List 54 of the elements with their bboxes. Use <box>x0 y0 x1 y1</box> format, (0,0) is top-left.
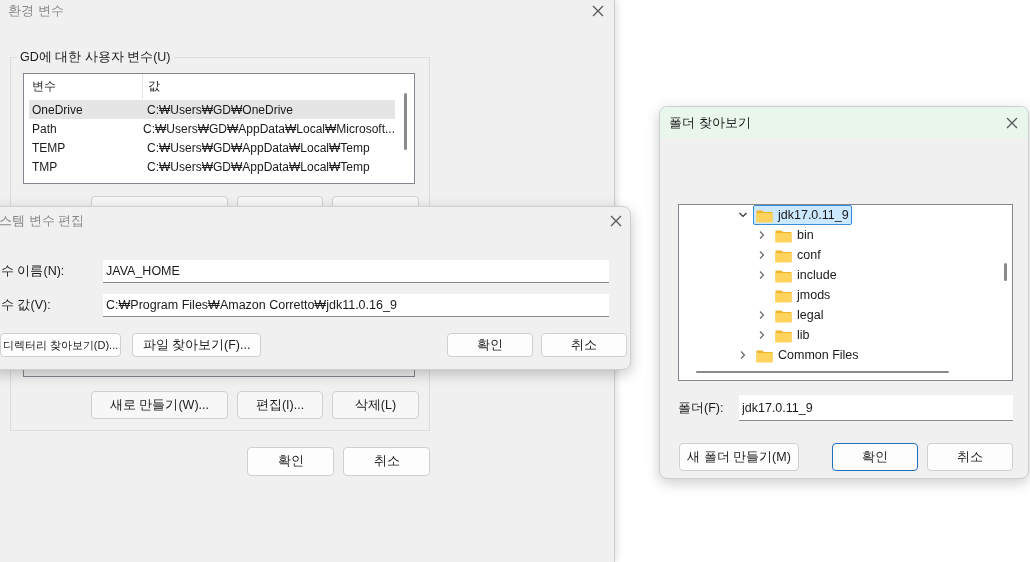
tree-item[interactable]: lib <box>772 325 813 345</box>
window-title: 환경 변수 <box>8 2 64 20</box>
button[interactable]: 확인 <box>832 443 918 471</box>
button[interactable]: 새로 만들기(W)... <box>91 391 228 419</box>
button[interactable]: 확인 <box>247 447 334 476</box>
list-row[interactable]: TMP C:₩Users₩GD₩AppData₩Local₩Temp <box>29 157 395 176</box>
table-cell-text: C:₩Users₩GD₩AppData₩Local₩Temp <box>146 140 370 155</box>
list-row[interactable]: TEMP C:₩Users₩GD₩AppData₩Local₩Temp <box>29 138 395 157</box>
column-header[interactable]: 변수 <box>29 78 142 95</box>
tree-item[interactable]: Common Files <box>753 345 862 365</box>
table-cell-text: Path <box>31 121 58 136</box>
chevron-down-icon <box>738 210 748 220</box>
close-icon[interactable] <box>1006 116 1018 129</box>
scrollbar-thumb[interactable] <box>404 93 407 150</box>
button[interactable]: 삭제(L) <box>332 391 419 419</box>
close-icon[interactable] <box>592 5 604 17</box>
scrollbar-thumb[interactable] <box>1004 263 1007 281</box>
variable-list[interactable]: 변수 값 OneDrive C:₩Users₩GD₩OneDrive Path C:₩Users₩GD₩AppData₩Local₩Microsoft... TEMP C:₩Users₩GD₩AppData₩Local₩Temp TMP C:₩Users₩GD₩AppData₩Local₩Temp <box>23 73 415 184</box>
table-cell-text: TEMP <box>31 140 67 155</box>
table-cell-text: C:₩Users₩GD₩AppData₩Local₩Microsoft... <box>141 121 395 136</box>
button[interactable]: 편집(I)... <box>237 391 323 419</box>
tree-item[interactable]: conf <box>772 245 824 265</box>
list-row[interactable]: OneDrive C:₩Users₩GD₩OneDrive <box>29 100 395 119</box>
column-header[interactable]: 값 <box>142 74 160 99</box>
folder-tree[interactable]: jdk17.0.11_9 bin conf include jmods legal lib Common Files <box>678 204 1013 381</box>
field-label: 폴더(F): <box>678 399 725 417</box>
button[interactable]: 새 폴더 만들기(M) <box>679 443 799 471</box>
button[interactable]: 확인 <box>447 333 533 357</box>
tree-item[interactable]: include <box>772 265 840 285</box>
scrollbar-thumb[interactable] <box>696 371 949 373</box>
table-cell-text: C:₩Users₩GD₩OneDrive <box>146 102 293 117</box>
button[interactable]: 취소 <box>343 447 430 476</box>
tree-item[interactable]: jdk17.0.11_9 <box>753 205 852 225</box>
button[interactable]: 파일 찾아보기(F)... <box>132 333 261 357</box>
tree-item[interactable]: jmods <box>772 285 834 305</box>
button[interactable]: 취소 <box>927 443 1013 471</box>
button[interactable]: 취소 <box>541 333 627 357</box>
dialog-title: 스템 변수 편집 <box>0 212 85 230</box>
input-field[interactable]: jdk17.0.11_9 <box>739 395 1013 421</box>
group-title: GD에 대한 사용자 변수(U) <box>17 49 174 66</box>
table-cell-text: OneDrive <box>31 102 84 117</box>
input-field[interactable]: C:₩Program Files₩Amazon Corretto₩jdk11.0.16_9 <box>103 294 609 317</box>
table-cell-text: TMP <box>31 159 59 174</box>
input-field[interactable]: JAVA_HOME <box>103 260 609 283</box>
tree-item[interactable]: legal <box>772 305 827 325</box>
field-label: 수 값(V): <box>0 297 52 314</box>
list-row[interactable]: Path C:₩Users₩GD₩AppData₩Local₩Microsoft... <box>29 119 395 138</box>
field-label: 수 이름(N): <box>0 263 66 280</box>
dialog-title: 폴더 찾아보기 <box>669 113 751 132</box>
button[interactable]: 디렉터리 찾아보기(D)... <box>0 333 121 357</box>
close-icon[interactable] <box>610 215 622 227</box>
expander[interactable] <box>737 210 749 220</box>
table-cell-text: C:₩Users₩GD₩AppData₩Local₩Temp <box>146 159 370 174</box>
tree-item[interactable]: bin <box>772 225 817 245</box>
